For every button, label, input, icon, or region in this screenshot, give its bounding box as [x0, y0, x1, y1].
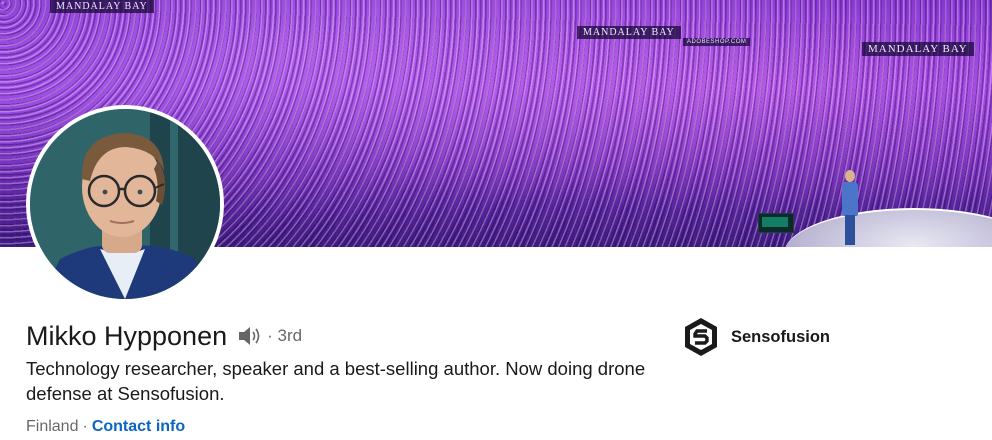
location-row: Finland · Contact info — [26, 416, 185, 438]
banner-small-sign: ADOBESHOP.COM — [683, 38, 751, 46]
profile-name-row: Mikko Hypponen · 3rd — [26, 318, 302, 354]
banner-monitor-screen — [762, 217, 788, 227]
banner-stage-monitor — [758, 213, 794, 233]
avatar-portrait — [30, 109, 220, 299]
connection-degree: · 3rd — [267, 326, 303, 345]
current-company[interactable]: Sensofusion — [683, 317, 830, 357]
speaker-figure-body — [842, 182, 858, 216]
speaker-figure-legs — [845, 215, 855, 245]
banner-speaker-figure — [838, 170, 862, 246]
contact-info-link[interactable]: Contact info — [92, 418, 185, 435]
banner-sign: MANDALAY BAY — [862, 42, 974, 56]
banner-sign: MANDALAY BAY — [50, 0, 154, 13]
sensofusion-logo-icon — [683, 317, 719, 357]
profile-avatar[interactable] — [26, 105, 224, 303]
location-separator: · — [82, 418, 88, 435]
speaker-icon[interactable] — [237, 325, 263, 347]
profile-name: Mikko Hypponen — [26, 321, 228, 351]
banner-sign: MANDALAY BAY — [577, 26, 681, 39]
profile-location: Finland — [26, 418, 79, 435]
profile-top-card: MANDALAY BAY MANDALAY BAY MANDALAY BAY A… — [0, 0, 992, 440]
company-name: Sensofusion — [731, 327, 831, 346]
profile-headline: Technology researcher, speaker and a bes… — [26, 358, 646, 404]
speaker-figure-head — [845, 170, 855, 182]
